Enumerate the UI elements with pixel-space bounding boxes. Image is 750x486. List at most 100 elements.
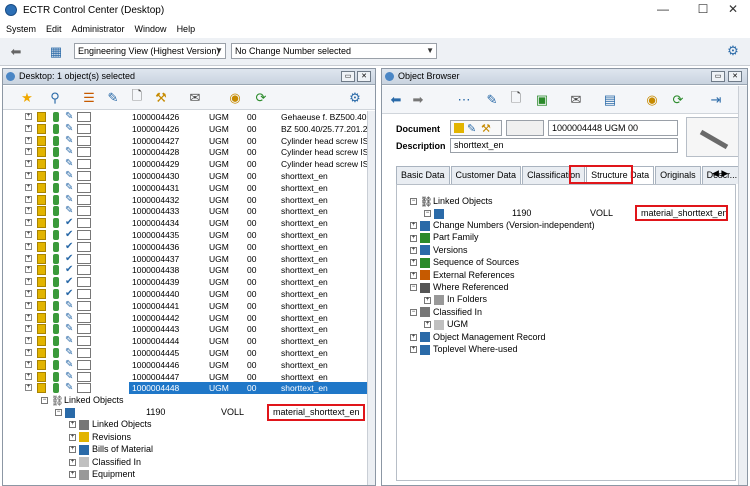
- row-content[interactable]: 1000004446 UGM 00 shorttext_en: [129, 359, 373, 371]
- material-number[interactable]: 1190: [146, 406, 165, 418]
- expand-toggle-icon[interactable]: +: [25, 207, 32, 215]
- forward-icon[interactable]: ➡: [410, 92, 426, 108]
- row-content[interactable]: 1000004432 UGM 00 shorttext_en: [129, 194, 373, 206]
- tools-icon[interactable]: ⚒: [153, 90, 169, 106]
- expand-toggle-icon[interactable]: +: [25, 372, 32, 380]
- row-content[interactable]: 1000004441 UGM 00 shorttext_en: [129, 300, 373, 312]
- table-row[interactable]: + ✎ 1000004426 UGM 00 BZ 500.40/25.77.20…: [3, 123, 368, 135]
- row-content[interactable]: 1000004427 UGM 00 Cylinder head screw IS: [129, 135, 373, 147]
- tab-scroll-arrows[interactable]: ◀ ▶: [712, 168, 728, 179]
- structure-linked-objects[interactable]: − ⛓Linked Objects: [410, 195, 493, 208]
- table-row[interactable]: + ✎ 1000004448 UGM 00 shorttext_en: [3, 382, 373, 395]
- expand-toggle-icon[interactable]: +: [25, 195, 32, 203]
- browser-refresh-icon[interactable]: ⟳: [670, 92, 686, 108]
- expand-icon[interactable]: +: [69, 433, 76, 441]
- row-content[interactable]: 1000004435 UGM 00 shorttext_en: [129, 229, 373, 241]
- list-icon[interactable]: ☰: [81, 90, 97, 106]
- expand-toggle-icon[interactable]: +: [25, 290, 32, 297]
- structure-tree-item[interactable]: − Classified In: [410, 306, 482, 318]
- expand-toggle-icon[interactable]: +: [25, 160, 32, 168]
- table-row[interactable]: + ✎ 1000004444 UGM 00 shorttext_en: [3, 335, 363, 347]
- browser-mail-icon[interactable]: ✉: [568, 92, 584, 108]
- row-content[interactable]: 1000004434 UGM 00 shorttext_en: [129, 217, 373, 229]
- table-row[interactable]: + ✎ 1000004447 UGM 00 shorttext_en: [3, 371, 363, 383]
- structure-tree-item[interactable]: + External References: [410, 269, 515, 281]
- table-row[interactable]: + ✎ 1000004430 UGM 00 shorttext_en: [3, 170, 363, 182]
- table-row[interactable]: + ✎ 1000004442 UGM 00 shorttext_en: [3, 312, 363, 324]
- structure-tree-item[interactable]: + Versions: [410, 244, 468, 256]
- table-row[interactable]: + ✔ 1000004439 UGM 00 shorttext_en: [3, 276, 363, 288]
- expand-toggle-icon[interactable]: +: [25, 254, 32, 262]
- table-row[interactable]: + ✎ 1000004433 UGM 00 shorttext_en: [3, 205, 363, 217]
- expand-icon[interactable]: +: [410, 222, 417, 230]
- table-row[interactable]: + ✔ 1000004440 UGM 00 shorttext_en: [3, 288, 363, 300]
- row-content[interactable]: 1000004444 UGM 00 shorttext_en: [129, 335, 373, 347]
- table-row[interactable]: + ✎ 1000004432 UGM 00 shorttext_en: [3, 194, 363, 206]
- expand-toggle-icon[interactable]: +: [25, 337, 32, 345]
- row-content[interactable]: 1000004440 UGM 00 shorttext_en: [129, 288, 373, 300]
- row-content[interactable]: 1000004430 UGM 00 shorttext_en: [129, 170, 373, 182]
- menu-system[interactable]: System: [6, 24, 36, 34]
- tab-customer-data[interactable]: Customer Data: [450, 166, 522, 184]
- structure-tree-item[interactable]: + UGM: [424, 318, 468, 330]
- browser-edit-icon[interactable]: ✎: [484, 92, 500, 108]
- maximize-button[interactable]: ☐: [686, 0, 720, 20]
- material-node[interactable]: −: [55, 406, 78, 418]
- panel-restore-button[interactable]: ▭: [341, 71, 355, 82]
- expand-toggle-icon[interactable]: +: [25, 219, 32, 227]
- tab-originals[interactable]: Originals: [655, 166, 701, 184]
- collapse-icon[interactable]: −: [410, 198, 417, 206]
- expand-icon[interactable]: +: [410, 259, 417, 267]
- browser-restore-button[interactable]: ▭: [711, 71, 725, 82]
- desktop-scrollbar[interactable]: [367, 111, 375, 485]
- refresh-icon[interactable]: ⟳: [253, 90, 269, 106]
- browser-close-button[interactable]: ✕: [728, 71, 742, 82]
- browser-eye-icon[interactable]: ◉: [644, 92, 660, 108]
- browser-scrollbar[interactable]: [738, 86, 747, 485]
- back-icon[interactable]: ⬅: [388, 92, 404, 108]
- panel-close-button[interactable]: ✕: [357, 71, 371, 82]
- menu-edit[interactable]: Edit: [46, 24, 62, 34]
- expand-toggle-icon[interactable]: +: [25, 113, 32, 120]
- collapse-icon[interactable]: −: [55, 409, 62, 417]
- expand-icon[interactable]: +: [410, 246, 417, 254]
- row-content[interactable]: 1000004426 UGM 00 Gehaeuse f. BZ500.40: [129, 111, 373, 123]
- structure-tree-item[interactable]: − Where Referenced: [410, 281, 509, 293]
- browser-document-icon[interactable]: 🗋: [508, 90, 524, 108]
- linked-child-node[interactable]: + Linked Objects: [69, 418, 152, 430]
- row-content[interactable]: 1000004447 UGM 00 shorttext_en: [129, 371, 373, 383]
- expand-icon[interactable]: −: [410, 308, 417, 316]
- expand-icon[interactable]: +: [69, 446, 76, 454]
- collapse-icon[interactable]: −: [41, 397, 48, 405]
- linked-child-node[interactable]: + Revisions: [69, 431, 131, 443]
- row-content[interactable]: 1000004426 UGM 00 BZ 500.40/25.77.201.2: [129, 123, 373, 135]
- table-row[interactable]: + ✎ 1000004427 UGM 00 Cylinder head scre…: [3, 135, 368, 147]
- table-row[interactable]: + ✎ 1000004441 UGM 00 shorttext_en: [3, 300, 363, 312]
- expand-toggle-icon[interactable]: +: [25, 183, 32, 191]
- row-content[interactable]: 1000004433 UGM 00 shorttext_en: [129, 205, 373, 217]
- document-icon[interactable]: 🗋: [129, 88, 145, 106]
- table-row[interactable]: + ✔ 1000004434 UGM 00 shorttext_en: [3, 217, 363, 229]
- row-content[interactable]: 1000004437 UGM 00 shorttext_en: [129, 253, 373, 265]
- mail-icon[interactable]: ✉: [187, 90, 203, 106]
- settings-gear-icon[interactable]: ⚙: [725, 43, 741, 59]
- tab-basic-data[interactable]: Basic Data: [396, 166, 450, 184]
- table-row[interactable]: + ✔ 1000004435 UGM 00 shorttext_en: [3, 229, 363, 241]
- description-field[interactable]: shorttext_en: [450, 138, 678, 153]
- row-content[interactable]: 1000004443 UGM 00 shorttext_en: [129, 323, 373, 335]
- row-content[interactable]: 1000004445 UGM 00 shorttext_en: [129, 347, 373, 359]
- linked-objects-node[interactable]: − ⛓Linked Objects: [41, 394, 124, 407]
- more-icon[interactable]: ⋯: [456, 92, 472, 108]
- row-content[interactable]: 1000004442 UGM 00 shorttext_en: [129, 312, 373, 324]
- row-content[interactable]: 1000004429 UGM 00 Cylinder head screw IS: [129, 158, 373, 170]
- expand-toggle-icon[interactable]: +: [25, 301, 32, 309]
- back-arrow-icon[interactable]: ⬅: [8, 44, 24, 60]
- expand-icon[interactable]: +: [69, 421, 76, 429]
- table-row[interactable]: + ✔ 1000004436 UGM 00 shorttext_en: [3, 241, 363, 253]
- expand-icon[interactable]: +: [410, 234, 417, 242]
- expand-toggle-icon[interactable]: +: [25, 325, 32, 333]
- change-number-combo[interactable]: No Change Number selected ▼: [231, 43, 437, 59]
- expand-toggle-icon[interactable]: +: [25, 360, 32, 368]
- minimize-button[interactable]: —: [646, 0, 680, 20]
- expand-icon[interactable]: +: [69, 471, 76, 479]
